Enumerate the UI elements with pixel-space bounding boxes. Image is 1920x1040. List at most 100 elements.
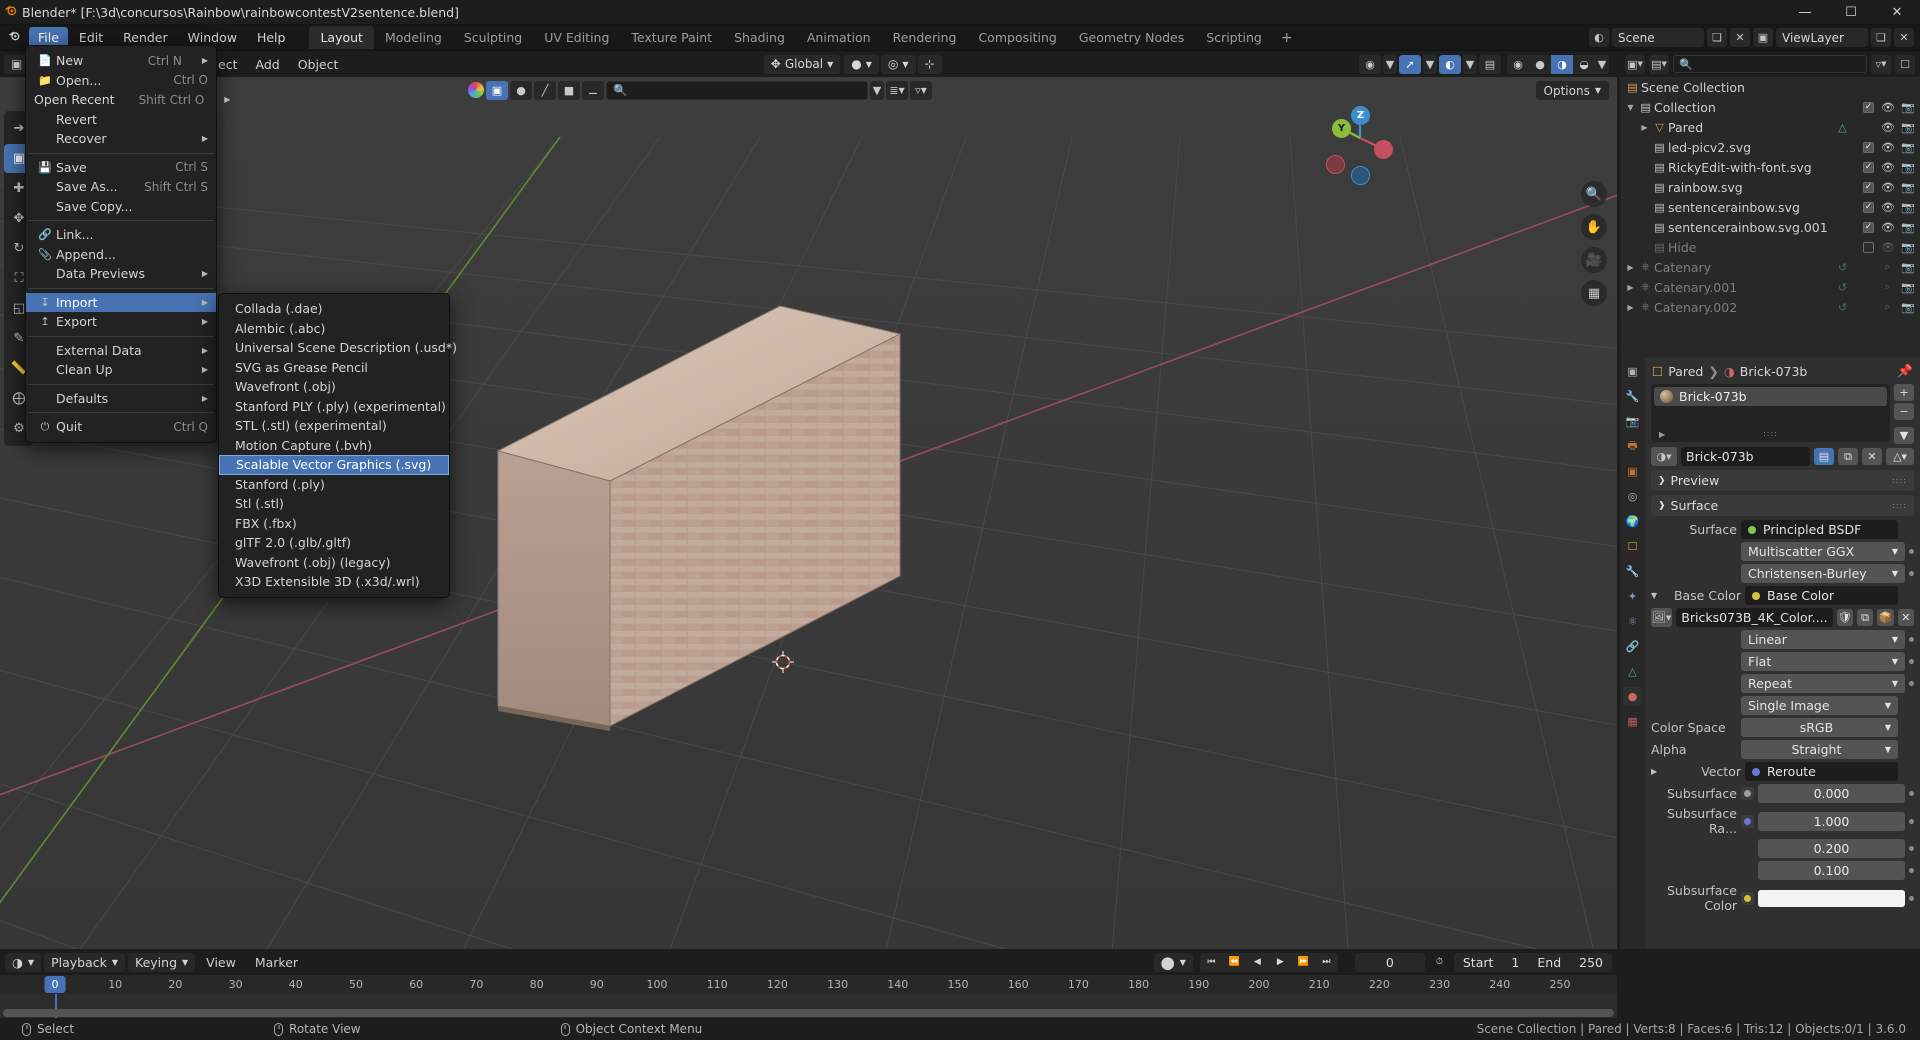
image-browse-icon[interactable]: 🖼 ▼ bbox=[1651, 608, 1673, 627]
timeline-editor[interactable]: ◑ ▼ Playback ▼ Keying ▼ View Marker ⬤ ▼ ⏮ … bbox=[0, 949, 1617, 1018]
select-edge-icon[interactable]: ╱ bbox=[534, 80, 556, 100]
tab-modifiers[interactable]: 🔧 bbox=[1623, 562, 1642, 581]
outliner-row[interactable]: ▤ RickyEdit-with-font.svg ✓ 👁 📷 bbox=[1620, 157, 1920, 177]
tab-tool[interactable]: 🔧 bbox=[1623, 387, 1642, 406]
slot-expand-icon[interactable]: ▶ bbox=[1659, 430, 1665, 439]
fake-user-icon[interactable]: ▤ bbox=[1814, 448, 1834, 465]
file-menu-item-append[interactable]: 📎 Append... bbox=[26, 245, 216, 265]
gizmo-axis-y[interactable]: Y bbox=[1332, 119, 1351, 138]
file-menu-item-defaults[interactable]: Defaults ▶ bbox=[26, 389, 216, 409]
tab-object[interactable]: ☐ bbox=[1623, 537, 1642, 556]
outliner-row[interactable]: ▶ ⎈ Catenary ↺ ⌕ 📷 bbox=[1620, 257, 1920, 277]
overlays-toggle[interactable]: ◐ bbox=[1439, 54, 1461, 74]
auto-keying-toggle[interactable]: ⬤ ▼ bbox=[1153, 952, 1193, 972]
proportional-edit-toggle[interactable]: ◎ ▼ bbox=[880, 54, 916, 74]
tab-material[interactable]: ● bbox=[1623, 687, 1642, 706]
minimize-button[interactable]: — bbox=[1782, 0, 1828, 25]
exclude-collection-checkbox[interactable] bbox=[1863, 241, 1874, 253]
eye-visible-icon[interactable]: 👁 bbox=[1881, 101, 1895, 114]
exclude-collection-checkbox[interactable]: ✓ bbox=[1863, 141, 1874, 153]
material-data-icon[interactable]: △ ▼ bbox=[1886, 448, 1914, 465]
jump-to-start-button[interactable]: ⏮ bbox=[1199, 952, 1223, 972]
timeline-track-area[interactable] bbox=[0, 994, 1617, 1018]
animate-property-dot[interactable] bbox=[1909, 549, 1914, 554]
outliner-row[interactable]: ▤ Hide 👁 📷 bbox=[1620, 237, 1920, 257]
viewport-options-button[interactable]: Options ▼ bbox=[1535, 81, 1609, 100]
subsurface-socket-icon[interactable] bbox=[1741, 787, 1754, 800]
subsurface-color-swatch[interactable] bbox=[1758, 889, 1905, 907]
playhead-frame-badge[interactable]: 0 bbox=[44, 976, 66, 993]
file-menu-item-revert[interactable]: Revert bbox=[26, 110, 216, 130]
base-color-node-field[interactable]: Base Color bbox=[1745, 586, 1898, 605]
tab-texture-paint[interactable]: Texture Paint bbox=[620, 26, 723, 49]
remove-view-layer-icon[interactable]: ✕ bbox=[1894, 28, 1914, 47]
scene-browse-icon[interactable]: ◐ bbox=[1589, 28, 1609, 47]
breadcrumb-material[interactable]: Brick-073b bbox=[1740, 364, 1808, 379]
vector-node-field[interactable]: Reroute bbox=[1745, 762, 1898, 781]
transform-orientation-selector[interactable]: ✥ Global ▼ bbox=[763, 54, 841, 74]
keying-menu[interactable]: Keying ▼ bbox=[128, 952, 196, 972]
start-value[interactable]: 1 bbox=[1502, 955, 1528, 970]
animate-property-dot[interactable] bbox=[1909, 681, 1914, 686]
end-value[interactable]: 250 bbox=[1570, 955, 1612, 970]
view-layer-field[interactable]: ViewLayer bbox=[1776, 28, 1868, 47]
camera-render-icon[interactable]: 📷 bbox=[1901, 141, 1915, 154]
tab-constraints[interactable]: 🔗 bbox=[1623, 637, 1642, 656]
camera-render-icon[interactable]: 📷 bbox=[1901, 161, 1915, 174]
outliner-root-row[interactable]: ▤ Scene Collection bbox=[1620, 77, 1920, 97]
import-menu-item-scalable-vector-graphics-svg[interactable]: Scalable Vector Graphics (.svg) bbox=[219, 455, 449, 475]
gizmo-axis-neg-z[interactable] bbox=[1351, 166, 1370, 185]
viewport-search-input[interactable]: 🔍 bbox=[606, 80, 868, 100]
gizmo-axis-x[interactable] bbox=[1374, 140, 1393, 159]
animate-property-dot[interactable] bbox=[1909, 818, 1914, 824]
animate-property-dot[interactable] bbox=[1909, 868, 1914, 873]
properties-editor[interactable]: ▣ 🔧 📷 🖶 ▣ ◎ 🌍 ☐ 🔧 ✦ ⚛ 🔗 △ ● ▦ ☐ Pared ❯ … bbox=[1620, 358, 1920, 949]
add-material-slot-button[interactable]: + bbox=[1894, 384, 1914, 401]
gizmo-axis-z[interactable]: Z bbox=[1351, 106, 1370, 125]
file-menu-item-data-previews[interactable]: Data Previews ▶ bbox=[26, 264, 216, 284]
file-menu-item-new[interactable]: 📄 New Ctrl N ▶ bbox=[26, 51, 216, 71]
outliner-editor-type-icon[interactable]: ▣ ▼ bbox=[1625, 54, 1645, 74]
subsurface-radius-x-field[interactable]: 1.000 bbox=[1758, 811, 1905, 831]
tab-scene[interactable]: ◎ bbox=[1623, 487, 1642, 506]
file-menu-item-clean-up[interactable]: Clean Up ▶ bbox=[26, 360, 216, 380]
search-dropdown-icon[interactable]: ▼ bbox=[870, 80, 884, 100]
fake-user-shield-icon[interactable]: 🛡 bbox=[1836, 609, 1853, 626]
outliner-row[interactable]: ▤ rainbow.svg ✓ 👁 📷 bbox=[1620, 177, 1920, 197]
outliner-row[interactable]: ▼ ▤ Collection ✓ 👁 📷 bbox=[1620, 97, 1920, 117]
material-name-field[interactable]: Brick-073b bbox=[1681, 447, 1810, 466]
file-menu-item-external-data[interactable]: External Data ▶ bbox=[26, 341, 216, 361]
projection-dropdown[interactable]: Flat ▼ bbox=[1741, 652, 1905, 671]
unlink-material-icon[interactable]: ✕ bbox=[1862, 448, 1882, 465]
maximize-button[interactable]: ☐ bbox=[1828, 0, 1874, 25]
new-scene-icon[interactable]: ❏ bbox=[1707, 28, 1727, 47]
outliner-row[interactable]: ▤ sentencerainbow.svg.001 ✓ 👁 📷 bbox=[1620, 217, 1920, 237]
pin-icon[interactable]: 📌 bbox=[1897, 363, 1913, 379]
sort-icon[interactable]: ≣ ▼ bbox=[886, 80, 908, 100]
subsurface-method-dropdown[interactable]: Christensen-Burley ▼ bbox=[1741, 564, 1905, 583]
file-menu-item-open[interactable]: 📁 Open... Ctrl O bbox=[26, 71, 216, 91]
expander-expand-icon[interactable]: ▶ bbox=[1624, 263, 1637, 272]
tab-render[interactable]: 📷 bbox=[1623, 412, 1642, 431]
exclude-collection-checkbox[interactable]: ✓ bbox=[1863, 201, 1874, 213]
image-name-field[interactable]: Bricks073B_4K_Color.... bbox=[1676, 608, 1833, 627]
import-menu-item-stl-stl[interactable]: Stl (.stl) bbox=[219, 494, 449, 514]
surface-shader-dropdown[interactable]: Principled BSDF bbox=[1741, 520, 1898, 539]
outliner-editor[interactable]: ▣ ▼ ▤ ▼ 🔍 ▿ ▼ ☐ ▤ Scene Collection ▼ ▤ Collec… bbox=[1620, 51, 1920, 358]
eye-visible-icon[interactable]: 👁 bbox=[1881, 221, 1895, 234]
import-menu-item-alembic-abc[interactable]: Alembic (.abc) bbox=[219, 319, 449, 339]
eye-visible-icon[interactable]: 👁 bbox=[1881, 201, 1895, 214]
tab-shading[interactable]: Shading bbox=[723, 26, 796, 49]
properties-editor-type-icon[interactable]: ▣ bbox=[1623, 362, 1642, 381]
gizmo-toggle[interactable]: ➚ bbox=[1399, 54, 1421, 74]
filter-icon[interactable]: ▿ ▼ bbox=[910, 80, 932, 100]
material-browse-icon[interactable]: ◑ ▼ bbox=[1651, 447, 1677, 466]
subsurface-radius-socket-icon[interactable] bbox=[1741, 814, 1754, 828]
xray-toggle[interactable]: ▤ bbox=[1479, 54, 1501, 74]
camera-render-icon[interactable]: 📷 bbox=[1901, 301, 1915, 314]
breadcrumb-object[interactable]: Pared bbox=[1668, 364, 1703, 379]
snap-magnet-toggle[interactable]: ● ▼ bbox=[844, 54, 879, 74]
tab-particles[interactable]: ✦ bbox=[1623, 587, 1642, 606]
animate-property-dot[interactable] bbox=[1909, 637, 1914, 642]
vector-expander-icon[interactable]: ▶ bbox=[1651, 767, 1663, 776]
